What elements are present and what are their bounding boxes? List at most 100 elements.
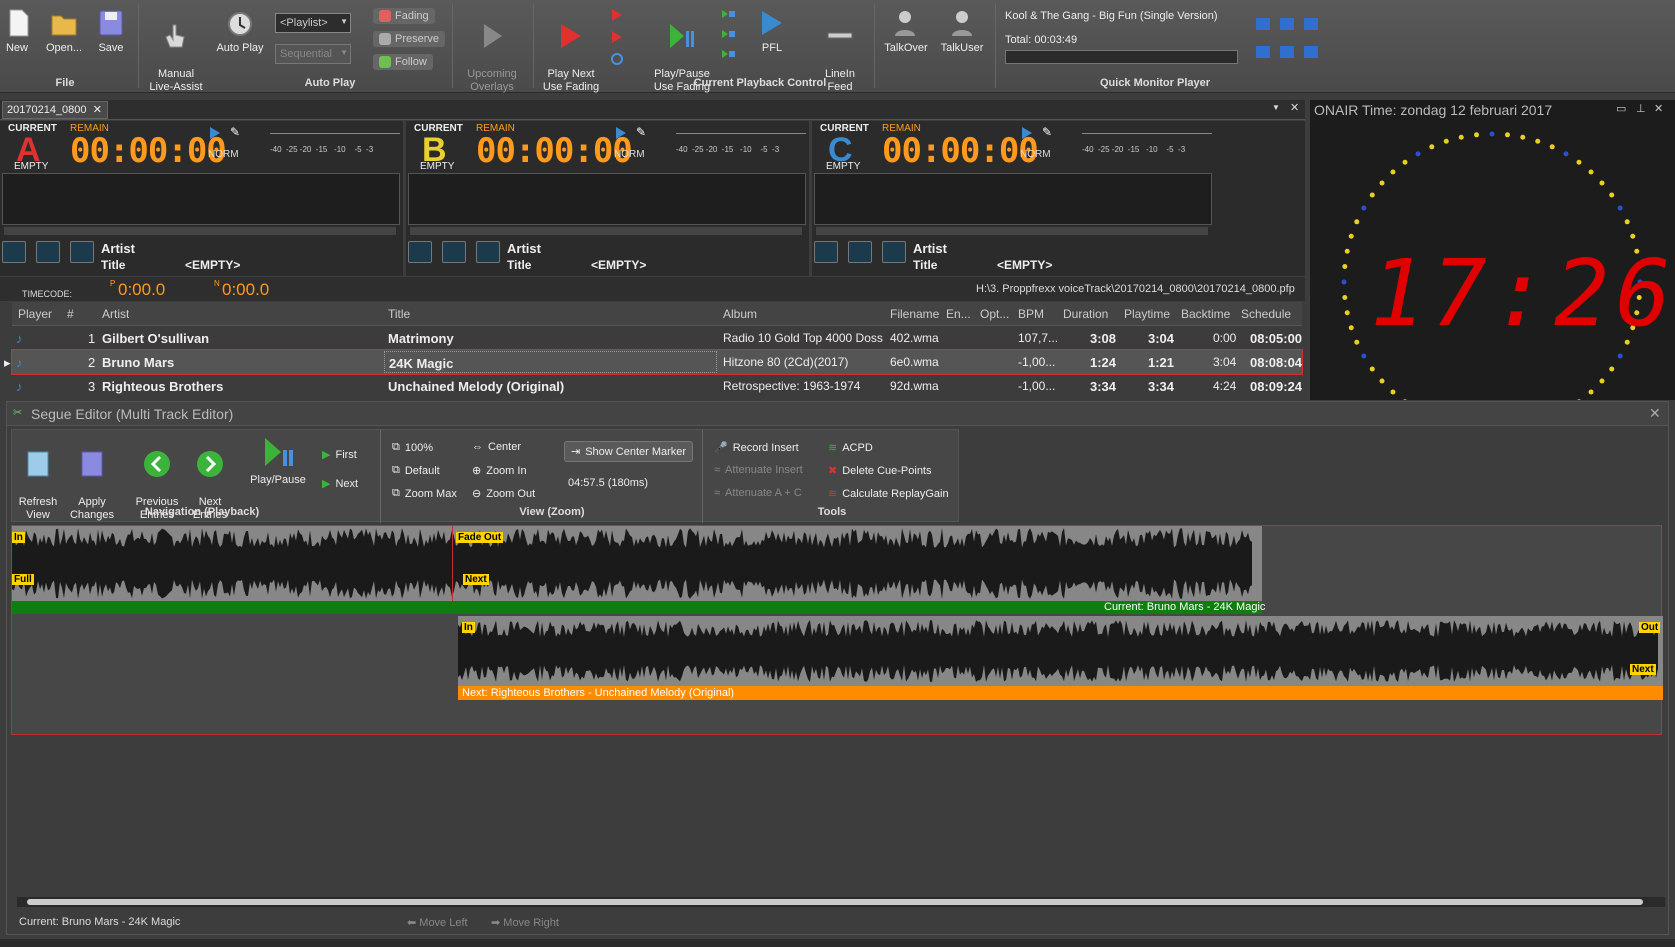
zoom-in-button[interactable]: ⊕ Zoom In [472,464,527,478]
zoom-max-button[interactable]: ⧉ Zoom Max [392,487,457,500]
new-button[interactable]: New [4,8,30,55]
play-icon[interactable] [1020,126,1034,140]
rewind-button[interactable] [882,241,906,263]
cue-next-marker[interactable]: Next [1630,664,1656,675]
player-waveform[interactable] [408,173,806,225]
preserve-toggle[interactable]: Preserve [373,31,446,47]
cue-next-marker[interactable]: Next [463,574,489,585]
document-tab-label: 20170214_0800 [7,104,87,116]
cue-full-marker[interactable]: Full [12,574,34,585]
cue-out-marker[interactable]: Out [482,532,504,543]
chevron-down-icon[interactable]: ▼ [1272,103,1280,112]
col-schedule[interactable]: Schedule [1241,307,1291,321]
col-artist[interactable]: Artist [102,307,129,321]
close-icon[interactable]: ✕ [93,103,102,116]
open-button[interactable]: Open... [40,8,88,55]
close-icon[interactable]: ✕ [1290,101,1299,114]
cue-in-marker[interactable]: In [12,532,25,543]
table-row[interactable]: ♪ 1 Gilbert O'sullivan Matrimony Radio 1… [12,326,1302,350]
play-icon[interactable] [614,126,628,140]
segue-scroll-thumb[interactable] [27,899,1643,905]
stop-button[interactable] [36,241,60,263]
pfl-button[interactable]: PFL [752,8,792,55]
col-duration[interactable]: Duration [1063,307,1108,321]
attenuate-insert-button[interactable]: ≈ Attenuate Insert [714,464,803,476]
player-waveform[interactable] [2,173,400,225]
col-player[interactable]: Player [18,307,52,321]
minimize-icon[interactable]: ▭ [1616,102,1626,115]
play-icon[interactable] [208,126,222,140]
follow-toggle[interactable]: Follow [373,54,433,70]
fading-toggle[interactable]: Fading [373,8,435,24]
current-track-waveform[interactable] [12,526,1262,601]
save-button[interactable]: Save [96,8,126,55]
close-icon[interactable]: ✕ [1654,102,1663,115]
pause-button[interactable] [814,241,838,263]
first-button[interactable]: ▶ First [322,448,357,462]
edit-icon[interactable]: ✎ [636,125,646,139]
refresh-view-button[interactable]: Refresh View [16,436,60,522]
next-button[interactable]: ▶ Next [322,477,358,491]
zoom-100-button[interactable]: ⧉ 100% [392,441,433,454]
record-insert-button[interactable]: 🎤 Record Insert [714,441,799,455]
zoom-default-button[interactable]: ⧉ Default [392,464,440,477]
table-row[interactable]: ♪ 3 Righteous Brothers Unchained Melody … [12,374,1302,398]
zoom-out-button[interactable]: ⊖ Zoom Out [472,487,535,501]
talkover-button[interactable]: TalkOver [882,8,930,55]
center-button[interactable]: ⇔ Center [472,441,521,453]
cue-in-marker[interactable]: In [462,622,475,633]
stop-button[interactable] [442,241,466,263]
play-red-small-icon[interactable] [610,8,624,22]
show-center-marker-toggle[interactable]: ⇥ Show Center Marker [564,441,694,462]
rewind-button[interactable] [476,241,500,263]
player-scrollbar[interactable] [816,227,1208,235]
col-title[interactable]: Title [388,307,410,321]
pause-button[interactable] [408,241,432,263]
cue-out-marker[interactable]: Out [1639,622,1661,633]
playlist-select[interactable]: <Playlist> ▼ [275,13,351,33]
table-row[interactable]: ▸ ♪ 2 Bruno Mars 24K Magic Hitzone 80 (2… [4,349,1303,375]
upcoming-overlays-button[interactable]: Upcoming Overlays [460,8,524,94]
qmp-controls[interactable] [1256,16,1320,66]
attenuate-ac-button[interactable]: ≈ Attenuate A + C [714,487,802,499]
col-bpm[interactable]: BPM [1018,307,1044,321]
col-playtime[interactable]: Playtime [1124,307,1170,321]
col-opt[interactable]: Opt... [980,307,1009,321]
move-right-button[interactable]: ➡ Move Right [491,916,559,929]
delete-cue-points-button[interactable]: ✖ Delete Cue-Points [828,464,932,478]
play-red-small-icon[interactable] [610,30,624,44]
edit-icon[interactable]: ✎ [230,125,240,139]
move-left-button[interactable]: ⬅ Move Left [407,916,468,929]
qmp-progress-bar[interactable] [1005,50,1238,64]
player-waveform[interactable] [814,173,1212,225]
pause-button[interactable] [2,241,26,263]
player-scrollbar[interactable] [4,227,396,235]
manual-live-assist-button[interactable]: Manual Live-Assist [146,8,206,94]
col-en[interactable]: En... [946,307,971,321]
col-filename[interactable]: Filename [890,307,939,321]
play-next-button[interactable]: Play Next Use Fading [540,8,602,94]
talkuser-button[interactable]: TalkUser [938,8,986,55]
cue-fade-marker[interactable]: Fade [456,532,484,543]
pin-icon[interactable]: ⊥ [1636,102,1646,115]
col-album[interactable]: Album [723,307,757,321]
calculate-replaygain-button[interactable]: ≋ Calculate ReplayGain [828,487,949,501]
segue-scrollbar[interactable] [17,897,1665,907]
next-track-waveform[interactable] [458,616,1663,686]
document-tab[interactable]: 20170214_0800 ✕ [2,101,108,119]
rewind-button[interactable] [70,241,94,263]
col-num[interactable]: # [67,307,74,321]
stop-button[interactable] [848,241,872,263]
acpd-button[interactable]: ≋ ACPD [828,441,873,455]
segue-track-area[interactable]: Current: Bruno Mars - 24K Magic In Full … [11,525,1663,735]
close-icon[interactable]: ✕ [1649,405,1661,422]
segue-play-pause-button[interactable]: Play/Pause [248,436,308,487]
col-backtime[interactable]: Backtime [1181,307,1230,321]
apply-changes-button[interactable]: Apply Changes [68,436,116,522]
edit-icon[interactable]: ✎ [1042,125,1052,139]
repeat-icon[interactable] [610,52,624,66]
playback-mini-icons[interactable] [720,8,736,68]
auto-play-button[interactable]: Auto Play [212,8,268,55]
player-scrollbar[interactable] [410,227,802,235]
sequential-select[interactable]: Sequential ▼ [275,44,351,64]
